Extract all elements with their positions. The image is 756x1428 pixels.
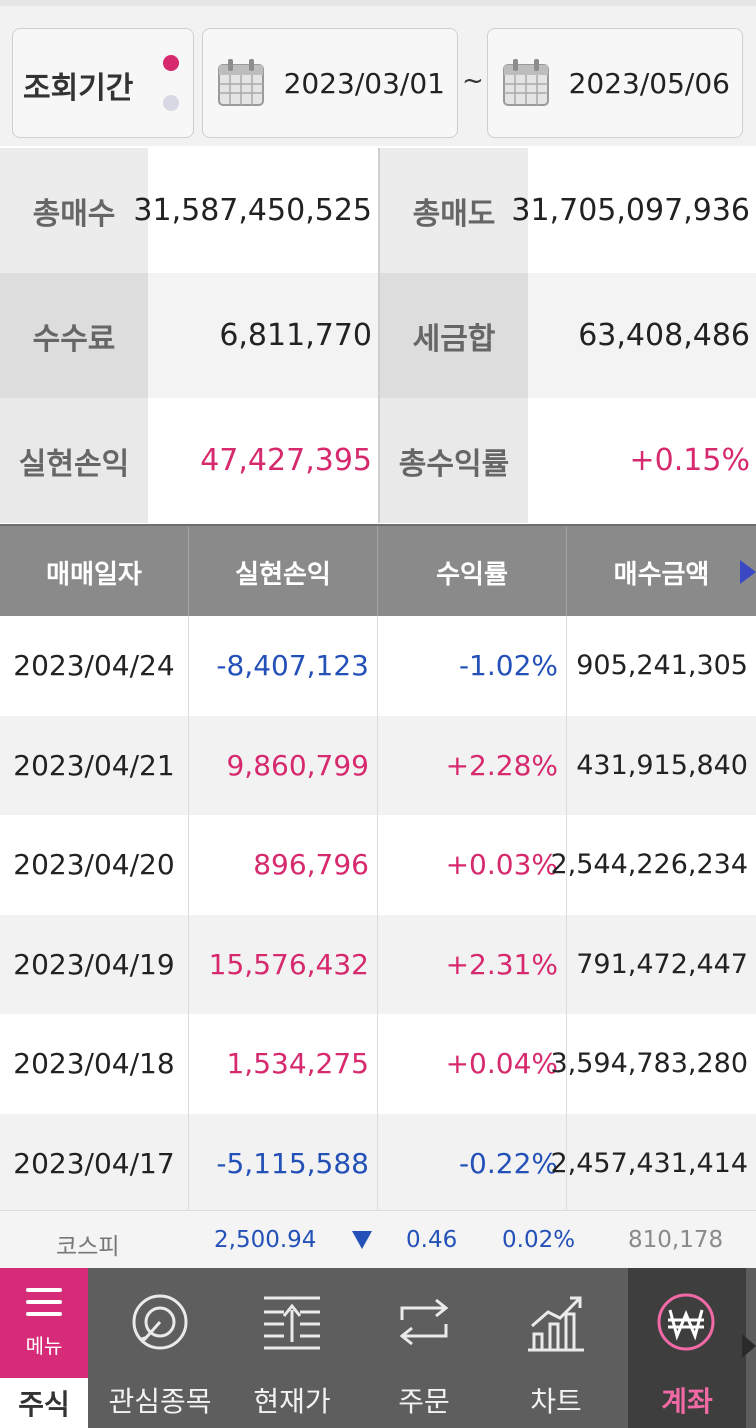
return-rate-cell: -0.22% bbox=[378, 1113, 567, 1210]
fee-label: 수수료 bbox=[0, 273, 148, 398]
ticker-volume: 810,178 bbox=[628, 1227, 724, 1253]
total-buy-value: 31,587,450,525 bbox=[133, 148, 380, 273]
return-rate-cell: +2.31% bbox=[378, 914, 567, 1014]
buy-amount-cell: 791,472,447 bbox=[576, 948, 748, 980]
buy-amount-cell: 2,457,431,414 bbox=[550, 1147, 748, 1179]
trade-table-body: 2023/04/24 -8,407,123 -1.02% 905,241,305 202… bbox=[0, 616, 756, 1210]
exchange-arrows-icon bbox=[399, 1298, 449, 1346]
total-return-label: 총수익률 bbox=[380, 398, 528, 523]
nav-chart[interactable]: 차트 bbox=[490, 1268, 622, 1428]
nav-current-price-label: 현재가 bbox=[253, 1385, 331, 1418]
trade-date-cell: 2023/04/20 bbox=[0, 815, 189, 915]
nav-account-label: 계좌 bbox=[661, 1385, 713, 1418]
return-rate-cell: +2.28% bbox=[378, 715, 567, 815]
header-return-rate[interactable]: 수익률 bbox=[378, 526, 567, 618]
period-dot-inactive-icon bbox=[163, 95, 179, 111]
nav-watchlist[interactable]: 관심종목 bbox=[94, 1268, 226, 1428]
summary-grid: 총매수 31,587,450,525 총매도 31,705,097,936 수수… bbox=[0, 148, 756, 524]
realized-pl-cell: 1,534,275 bbox=[189, 1014, 378, 1114]
header-realized-pl[interactable]: 실현손익 bbox=[189, 526, 378, 618]
table-row[interactable]: 2023/04/20 896,796 +0.03% 2,544,226,234 bbox=[0, 815, 756, 915]
total-buy-label: 총매수 bbox=[0, 148, 148, 273]
summary-row: 실현손익 47,427,395 총수익률 +0.15% bbox=[0, 398, 756, 523]
buy-amount-cell: 3,594,783,280 bbox=[550, 1048, 748, 1080]
return-rate-cell: -1.02% bbox=[378, 616, 567, 716]
won-icon bbox=[657, 1293, 715, 1351]
trade-date-cell: 2023/04/17 bbox=[0, 1113, 189, 1210]
start-date-picker[interactable]: 2023/03/01 bbox=[202, 28, 458, 138]
buy-amount-cell: 905,241,305 bbox=[576, 650, 748, 682]
trade-date-cell: 2023/04/18 bbox=[0, 1014, 189, 1114]
menu-label: 메뉴 bbox=[25, 1334, 63, 1358]
date-range-separator: ~ bbox=[462, 66, 484, 96]
total-sell-label: 총매도 bbox=[380, 148, 528, 273]
ticker-change: 0.46 bbox=[406, 1227, 458, 1253]
header-trade-date[interactable]: 매매일자 bbox=[0, 526, 189, 618]
period-label: 조회기간 bbox=[23, 71, 134, 106]
price-lines-icon bbox=[264, 1296, 320, 1350]
tax-label: 세금합 bbox=[380, 273, 528, 398]
calendar-icon bbox=[218, 59, 264, 106]
end-date-value: 2023/05/06 bbox=[568, 67, 730, 100]
realized-pl-cell: -5,115,588 bbox=[189, 1113, 378, 1210]
target-icon bbox=[132, 1294, 188, 1350]
nav-chart-label: 차트 bbox=[530, 1385, 582, 1418]
index-ticker[interactable]: 코스피 2,500.94 0.46 0.02% 810,178 bbox=[0, 1210, 756, 1268]
end-date-picker[interactable]: 2023/05/06 bbox=[487, 28, 743, 138]
trade-date-cell: 2023/04/24 bbox=[0, 616, 189, 716]
trade-date-cell: 2023/04/21 bbox=[0, 715, 189, 815]
start-date-value: 2023/03/01 bbox=[283, 67, 445, 100]
table-row[interactable]: 2023/04/17 -5,115,588 -0.22% 2,457,431,414 bbox=[0, 1113, 756, 1210]
chart-icon bbox=[528, 1296, 584, 1352]
scroll-right-arrow-icon[interactable] bbox=[740, 560, 756, 584]
tax-value: 63,408,486 bbox=[528, 273, 756, 398]
return-rate-cell: +0.04% bbox=[378, 1014, 567, 1114]
buy-amount-cell: 2,544,226,234 bbox=[550, 849, 748, 881]
nav-more-arrow-icon[interactable] bbox=[742, 1334, 756, 1358]
table-row[interactable]: 2023/04/24 -8,407,123 -1.02% 905,241,305 bbox=[0, 616, 756, 716]
table-row[interactable]: 2023/04/19 15,576,432 +2.31% 791,472,447 bbox=[0, 914, 756, 1014]
down-triangle-icon bbox=[352, 1231, 372, 1249]
fee-value: 6,811,770 bbox=[148, 273, 380, 398]
buy-amount-cell: 431,915,840 bbox=[576, 749, 748, 781]
summary-row: 수수료 6,811,770 세금합 63,408,486 bbox=[0, 273, 756, 398]
ticker-rate: 0.02% bbox=[502, 1227, 576, 1253]
realized-pl-cell: -8,407,123 bbox=[189, 616, 378, 716]
ticker-index-name: 코스피 bbox=[56, 1234, 120, 1260]
period-toggle[interactable]: 조회기간 bbox=[12, 28, 194, 138]
nav-order-label: 주문 bbox=[398, 1385, 450, 1418]
header-buy-amount[interactable]: 매수금액 bbox=[567, 526, 756, 618]
realized-pl-value: 47,427,395 bbox=[148, 398, 380, 523]
return-rate-cell: +0.03% bbox=[378, 815, 567, 915]
realized-pl-cell: 15,576,432 bbox=[189, 914, 378, 1014]
realized-pl-cell: 896,796 bbox=[189, 815, 378, 915]
realized-pl-cell: 9,860,799 bbox=[189, 715, 378, 815]
trade-table-header: 매매일자 실현손익 수익률 매수금액 bbox=[0, 524, 756, 618]
nav-account[interactable]: 계좌 bbox=[628, 1268, 746, 1428]
total-sell-value: 31,705,097,936 bbox=[511, 148, 756, 273]
total-return-value: +0.15% bbox=[528, 398, 756, 523]
table-row[interactable]: 2023/04/18 1,534,275 +0.04% 3,594,783,280 bbox=[0, 1014, 756, 1114]
table-row[interactable]: 2023/04/21 9,860,799 +2.28% 431,915,840 bbox=[0, 715, 756, 815]
stock-tab[interactable]: 주식 bbox=[0, 1378, 88, 1428]
nav-watchlist-label: 관심종목 bbox=[108, 1385, 212, 1418]
bottom-navigation: 메뉴 주식 관심종목 현재가 주문 차트 계좌 bbox=[0, 1268, 756, 1428]
hamburger-icon bbox=[26, 1288, 62, 1316]
realized-pl-label: 실현손익 bbox=[0, 398, 148, 523]
menu-button[interactable]: 메뉴 bbox=[0, 1268, 88, 1378]
trade-date-cell: 2023/04/19 bbox=[0, 914, 189, 1014]
period-selector: 조회기간 2023/03/01 ~ 2023/05/06 bbox=[0, 0, 756, 146]
nav-current-price[interactable]: 현재가 bbox=[226, 1268, 358, 1428]
calendar-icon bbox=[503, 59, 549, 106]
ticker-price: 2,500.94 bbox=[214, 1227, 317, 1253]
summary-row: 총매수 31,587,450,525 총매도 31,705,097,936 bbox=[0, 148, 756, 273]
nav-order[interactable]: 주문 bbox=[358, 1268, 490, 1428]
period-dot-active-icon bbox=[163, 55, 179, 71]
